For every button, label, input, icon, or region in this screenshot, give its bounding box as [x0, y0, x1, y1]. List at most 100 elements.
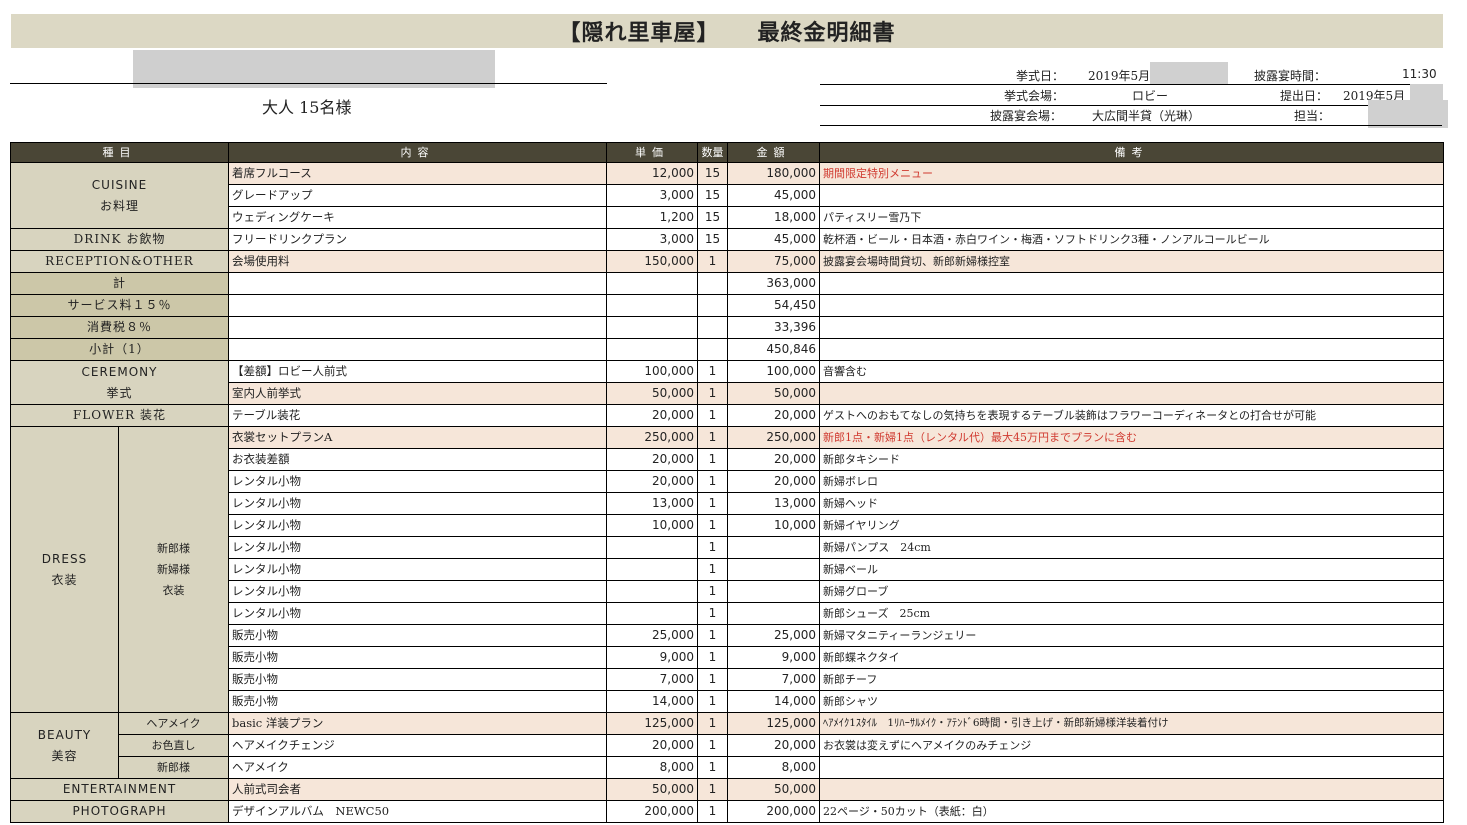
ceremony-date-redaction — [1150, 62, 1228, 84]
item-qty: 1 — [697, 778, 728, 801]
item-desc: 【差額】ロビー人前式 — [228, 360, 607, 383]
category-photograph: PHOTOGRAPH — [10, 800, 229, 823]
category-dress: DRESS 衣装 — [10, 426, 119, 713]
item-qty: 1 — [697, 514, 728, 537]
item-unit-price — [606, 558, 698, 581]
item-note: 新婦ベール — [819, 558, 1444, 581]
item-unit-price: 20,000 — [606, 734, 698, 757]
category-entertainment: ENTERTAINMENT — [10, 778, 229, 801]
item-qty: 1 — [697, 646, 728, 669]
beauty-sub-hairmake: ヘアメイク — [118, 712, 229, 735]
item-desc: レンタル小物 — [228, 514, 607, 537]
item-amount: 20,000 — [727, 470, 820, 493]
item-note: 乾杯酒・ビール・日本酒・赤白ワイン・梅酒・ソフトドリンク3種・ノンアルコールビー… — [819, 228, 1444, 251]
dress-sub-attire: 衣装 — [162, 584, 185, 597]
item-desc: 着席フルコース — [228, 162, 607, 185]
table-row: RECEPTION&OTHER 会場使用料 150,000 1 75,000 披… — [10, 250, 1444, 273]
category-beauty-en: BEAUTY — [37, 727, 92, 742]
item-desc: 人前式司会者 — [228, 778, 607, 801]
submit-date-label: 提出日： — [1280, 89, 1329, 103]
dress-sub-groom: 新郎様 — [157, 542, 190, 555]
item-qty: 1 — [697, 536, 728, 559]
item-unit-price: 13,000 — [606, 492, 698, 515]
item-unit-price: 125,000 — [606, 712, 698, 735]
table-row: FLOWER 装花 テーブル装花 20,000 1 20,000 ゲストへのおも… — [10, 404, 1444, 427]
item-desc: デザインアルバム NEWC50 — [228, 800, 607, 823]
item-note: 新婦ボレロ — [819, 470, 1444, 493]
item-desc: レンタル小物 — [228, 558, 607, 581]
reception-venue: 大広間半貸（光琳） — [1092, 109, 1201, 123]
table-row: BEAUTY 美容 ヘアメイク basic 洋装プラン 125,000 1 125… — [10, 712, 1444, 779]
item-note: 新婦マタニティーランジェリー — [819, 624, 1444, 647]
item-qty: 1 — [697, 602, 728, 625]
category-drink: DRINK お飲物 — [10, 228, 229, 251]
meta-rule-2 — [820, 105, 1442, 106]
item-qty: 1 — [697, 492, 728, 515]
item-desc: 販売小物 — [228, 646, 607, 669]
item-unit-price — [606, 272, 698, 295]
item-note: 期間限定特別メニュー — [819, 162, 1444, 185]
item-amount: 20,000 — [727, 404, 820, 427]
table-row: 新郎様 ヘアメイク 8,000 1 8,000 — [11, 756, 1444, 779]
item-desc: ヘアメイクチェンジ — [228, 734, 607, 757]
item-amount: 20,000 — [727, 448, 820, 471]
item-amount: 180,000 — [727, 162, 820, 185]
item-qty — [697, 294, 728, 317]
ceremony-date-label: 挙式日： — [1016, 69, 1065, 83]
item-note: 22ページ・50カット（表紙：白） — [819, 800, 1444, 823]
item-amount — [727, 602, 820, 625]
item-qty: 1 — [697, 426, 728, 449]
category-dress-en: DRESS — [41, 551, 88, 566]
item-qty: 15 — [697, 228, 728, 251]
item-unit-price — [606, 294, 698, 317]
venue-name: 【隠れ里車屋】 — [558, 20, 720, 46]
item-note: ﾍｱﾒｲｸ1ｽﾀｲﾙ 1ﾘﾊｰｻﾙﾒｲｸ・ｱﾃﾝﾄﾞ6時間・引き上げ・新郎新婦様… — [819, 712, 1444, 735]
item-amount: 45,000 — [727, 184, 820, 207]
item-desc: 販売小物 — [228, 668, 607, 691]
item-desc: レンタル小物 — [228, 602, 607, 625]
item-desc: 衣裳セットプランA — [228, 426, 607, 449]
item-unit-price: 200,000 — [606, 800, 698, 823]
item-qty: 1 — [697, 404, 728, 427]
service-charge-amount: 54,450 — [727, 294, 820, 317]
item-qty — [697, 316, 728, 339]
item-unit-price — [606, 602, 698, 625]
item-qty: 1 — [697, 800, 728, 823]
item-unit-price: 100,000 — [606, 360, 698, 383]
item-amount: 200,000 — [727, 800, 820, 823]
table-row: DRINK お飲物 フリードリンクプラン 3,000 15 45,000 乾杯酒… — [10, 228, 1444, 251]
category-ceremony-en: CEREMONY — [81, 364, 158, 379]
tax-amount: 33,396 — [727, 316, 820, 339]
item-qty: 1 — [697, 360, 728, 383]
item-qty: 15 — [697, 162, 728, 185]
ceremony-date: 2019年5月 — [1088, 69, 1151, 83]
item-qty: 1 — [697, 624, 728, 647]
item-desc — [228, 272, 607, 295]
item-desc: レンタル小物 — [228, 492, 607, 515]
category-flower: FLOWER 装花 — [10, 404, 229, 427]
reception-time: 11:30 — [1402, 67, 1437, 81]
item-amount: 250,000 — [727, 426, 820, 449]
item-note: 新婦イヤリング — [819, 514, 1444, 537]
item-note — [819, 272, 1444, 295]
item-unit-price: 250,000 — [606, 426, 698, 449]
item-unit-price: 12,000 — [606, 162, 698, 185]
guest-count: 大人 15名様 — [262, 98, 352, 117]
item-note: パティスリー雪乃下 — [819, 206, 1444, 229]
category-beauty: BEAUTY 美容 — [10, 712, 119, 779]
item-qty: 15 — [697, 184, 728, 207]
item-desc: ヘアメイク — [228, 756, 607, 779]
item-note: 新郎蝶ネクタイ — [819, 646, 1444, 669]
ceremony-venue-label: 挙式会場： — [1004, 89, 1065, 103]
item-note — [819, 184, 1444, 207]
item-unit-price: 8,000 — [606, 756, 698, 779]
item-unit-price: 10,000 — [606, 514, 698, 537]
item-desc: テーブル装花 — [228, 404, 607, 427]
item-desc: 会場使用料 — [228, 250, 607, 273]
item-qty: 1 — [697, 690, 728, 713]
total-label: 計 — [10, 272, 229, 295]
item-unit-price: 50,000 — [606, 778, 698, 801]
item-note: 新郎シューズ 25cm — [819, 602, 1444, 625]
meta-rule-1 — [820, 84, 1442, 85]
item-note — [819, 294, 1444, 317]
